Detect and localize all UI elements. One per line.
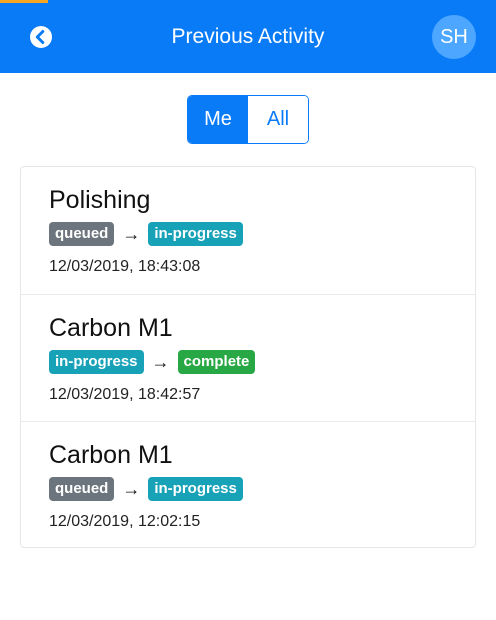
- arrow-right-icon: →: [151, 352, 170, 372]
- page-title: Previous Activity: [171, 25, 325, 48]
- to-status-badge: complete: [177, 350, 256, 374]
- status-transition: in-progress → complete: [49, 349, 256, 375]
- activity-title: Carbon M1: [49, 441, 173, 469]
- avatar[interactable]: SH: [432, 15, 476, 59]
- activity-list: Polishing queued → in-progress 12/03/201…: [20, 166, 476, 548]
- status-transition: queued → in-progress: [49, 221, 243, 247]
- from-status-badge: in-progress: [49, 350, 144, 374]
- activity-item[interactable]: Carbon M1 queued → in-progress 12/03/201…: [21, 421, 475, 548]
- activity-title: Polishing: [49, 186, 151, 214]
- from-status-badge: queued: [49, 477, 115, 501]
- activity-item[interactable]: Carbon M1 in-progress → complete 12/03/2…: [21, 294, 475, 421]
- activity-title: Carbon M1: [49, 314, 173, 342]
- arrow-right-icon: →: [122, 479, 141, 499]
- to-status-badge: in-progress: [148, 477, 243, 501]
- filter-toggle: Me All: [187, 95, 309, 144]
- activity-timestamp: 12/03/2019, 18:42:57: [49, 386, 201, 403]
- app-header: Previous Activity SH: [0, 0, 496, 73]
- to-status-badge: in-progress: [148, 222, 243, 246]
- status-bar-accent: [0, 0, 48, 3]
- filter-all-button[interactable]: All: [248, 96, 308, 143]
- activity-timestamp: 12/03/2019, 12:02:15: [49, 513, 201, 530]
- status-transition: queued → in-progress: [49, 476, 243, 502]
- from-status-badge: queued: [49, 222, 115, 246]
- filter-me-button[interactable]: Me: [188, 96, 248, 143]
- activity-item[interactable]: Polishing queued → in-progress 12/03/201…: [21, 167, 475, 294]
- activity-timestamp: 12/03/2019, 18:43:08: [49, 258, 201, 275]
- arrow-right-icon: →: [122, 224, 141, 244]
